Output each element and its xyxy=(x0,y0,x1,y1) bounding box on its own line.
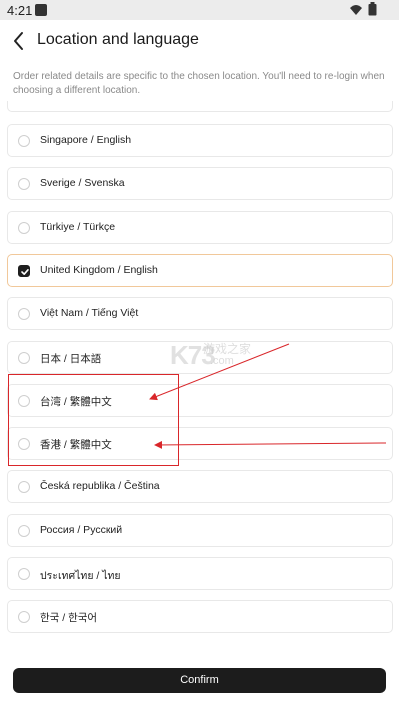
location-option[interactable]: 台湾 / 繁體中文 xyxy=(7,384,393,417)
back-button[interactable] xyxy=(6,28,32,54)
watermark: K73 游戏之家 .com xyxy=(170,340,265,376)
location-option[interactable]: Россия / Русский xyxy=(7,514,393,547)
radio-empty-icon[interactable] xyxy=(18,568,30,580)
chevron-left-icon xyxy=(14,32,23,50)
status-time: 4:21 xyxy=(7,3,33,18)
radio-empty-icon[interactable] xyxy=(18,481,30,493)
location-option[interactable]: Việt Nam / Tiếng Việt xyxy=(7,297,393,330)
location-option[interactable]: Česká republika / Čeština xyxy=(7,470,393,503)
radio-empty-icon[interactable] xyxy=(18,308,30,320)
location-notice: Order related details are specific to th… xyxy=(13,71,385,96)
battery-icon xyxy=(368,2,377,21)
location-label: Singapore / English xyxy=(40,134,132,146)
list-item[interactable] xyxy=(7,101,393,112)
location-option[interactable]: ประเทศไทย / ไทย xyxy=(7,557,393,590)
radio-empty-icon[interactable] xyxy=(18,438,30,450)
confirm-button[interactable]: Confirm xyxy=(13,668,386,693)
location-option[interactable]: 香港 / 繁體中文 xyxy=(7,427,393,460)
page-title: Location and language xyxy=(37,31,199,48)
location-label: Česká republika / Čeština xyxy=(40,480,160,492)
location-option[interactable]: United Kingdom / English xyxy=(7,254,393,287)
status-bar: 4:21 xyxy=(0,0,399,20)
header: Location and language xyxy=(0,20,399,62)
location-label: 日本 / 日本語 xyxy=(40,353,102,365)
radio-empty-icon[interactable] xyxy=(18,525,30,537)
notification-icon xyxy=(35,4,47,16)
location-label: ประเทศไทย / ไทย xyxy=(40,570,121,582)
location-label: Türkiye / Türkçe xyxy=(40,221,116,233)
location-label: 香港 / 繁體中文 xyxy=(40,439,112,451)
radio-empty-icon[interactable] xyxy=(18,135,30,147)
location-option[interactable]: 한국 / 한국어 xyxy=(7,600,393,633)
location-label: Việt Nam / Tiếng Việt xyxy=(40,307,139,319)
radio-empty-icon[interactable] xyxy=(18,352,30,364)
radio-empty-icon[interactable] xyxy=(18,222,30,234)
radio-empty-icon[interactable] xyxy=(18,178,30,190)
location-label: 한국 / 한국어 xyxy=(40,612,98,624)
checkbox-checked-icon[interactable] xyxy=(18,265,30,277)
location-label: United Kingdom / English xyxy=(40,264,158,276)
location-option[interactable]: Türkiye / Türkçe xyxy=(7,211,393,244)
location-label: 台湾 / 繁體中文 xyxy=(40,396,112,408)
location-label: Россия / Русский xyxy=(40,524,123,536)
watermark-domain: .com xyxy=(210,355,234,367)
location-option[interactable]: Singapore / English xyxy=(7,124,393,157)
radio-empty-icon[interactable] xyxy=(18,395,30,407)
radio-empty-icon[interactable] xyxy=(18,611,30,623)
location-label: Sverige / Svenska xyxy=(40,177,125,189)
location-option[interactable]: Sverige / Svenska xyxy=(7,167,393,200)
